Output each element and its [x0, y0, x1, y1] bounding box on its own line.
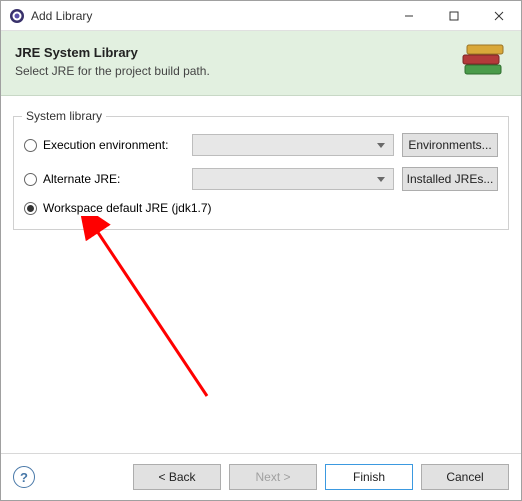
cancel-button[interactable]: Cancel	[421, 464, 509, 490]
environments-button[interactable]: Environments...	[402, 133, 498, 157]
group-label: System library	[22, 109, 106, 123]
alternate-jre-radio[interactable]: Alternate JRE:	[24, 172, 184, 186]
system-library-group: System library Execution environment: En…	[13, 116, 509, 230]
window-title: Add Library	[31, 9, 386, 23]
back-button[interactable]: < Back	[133, 464, 221, 490]
execution-environment-radio[interactable]: Execution environment:	[24, 138, 184, 152]
alternate-jre-label: Alternate JRE:	[43, 172, 120, 186]
execution-environment-dropdown[interactable]	[192, 134, 394, 156]
workspace-default-label: Workspace default JRE (jdk1.7)	[43, 201, 212, 215]
titlebar: Add Library	[1, 1, 521, 31]
header-title: JRE System Library	[15, 45, 447, 60]
library-icon	[457, 41, 507, 81]
radio-icon	[24, 139, 37, 152]
dialog-header: JRE System Library Select JRE for the pr…	[1, 31, 521, 96]
header-description: Select JRE for the project build path.	[15, 64, 447, 78]
help-icon[interactable]: ?	[13, 466, 35, 488]
minimize-button[interactable]	[386, 1, 431, 31]
execution-environment-row: Execution environment: Environments...	[24, 133, 498, 157]
radio-icon	[24, 173, 37, 186]
alternate-jre-dropdown[interactable]	[192, 168, 394, 190]
annotation-arrow	[77, 216, 237, 416]
maximize-button[interactable]	[431, 1, 476, 31]
alternate-jre-row: Alternate JRE: Installed JREs...	[24, 167, 498, 191]
execution-environment-label: Execution environment:	[43, 138, 168, 152]
app-icon	[9, 8, 25, 24]
workspace-default-radio[interactable]: Workspace default JRE (jdk1.7)	[24, 201, 212, 215]
window-controls	[386, 1, 521, 30]
radio-icon-selected	[24, 202, 37, 215]
finish-button[interactable]: Finish	[325, 464, 413, 490]
dialog-footer: ? < Back Next > Finish Cancel	[1, 453, 521, 500]
installed-jres-button[interactable]: Installed JREs...	[402, 167, 498, 191]
close-button[interactable]	[476, 1, 521, 31]
workspace-default-row: Workspace default JRE (jdk1.7)	[24, 201, 498, 215]
dialog-content: System library Execution environment: En…	[1, 96, 521, 244]
next-button: Next >	[229, 464, 317, 490]
